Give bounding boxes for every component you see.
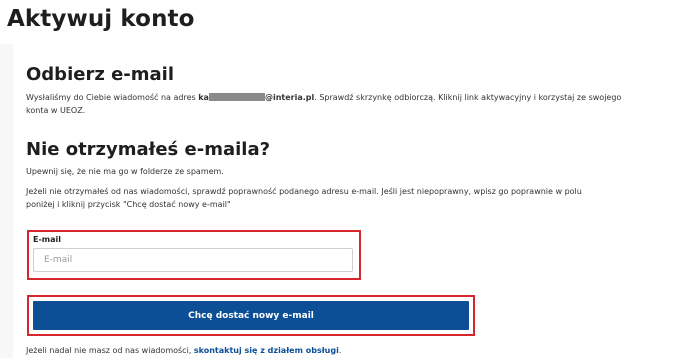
spam-hint: Upewnij się, że nie ma go w folderze ze … xyxy=(26,167,224,176)
activation-card: Odbierz e-mail Wysłaliśmy do Ciebie wiad… xyxy=(0,44,691,358)
email-label: E-mail xyxy=(33,235,62,244)
footer-text-end: . xyxy=(338,346,342,355)
received-text-end: . Sprawdź skrzynkę odbiorczą. Kliknij li… xyxy=(314,93,622,102)
page-title: Aktywuj konto xyxy=(7,6,195,32)
instruction-line1: Jeżeli nie otrzymałeś od nas wiadomości,… xyxy=(26,187,582,196)
email-prefix: ka xyxy=(198,93,209,102)
send-new-email-button[interactable]: Chcę dostać nowy e-mail xyxy=(33,301,469,330)
instruction-line2: poniżej i kliknij przycisk "Chcę dostać … xyxy=(26,200,231,209)
email-suffix: @interia.pl xyxy=(264,93,315,102)
not-received-heading: Nie otrzymałeś e-maila? xyxy=(26,139,271,160)
received-text-start: Wysłaliśmy do Ciebie wiadomość na adres xyxy=(26,93,199,102)
email-field-highlight: E-mail xyxy=(27,230,361,280)
received-heading: Odbierz e-mail xyxy=(26,64,174,85)
activation-panel: Odbierz e-mail Wysłaliśmy do Ciebie wiad… xyxy=(13,44,691,358)
received-text-line2: konta w UEOZ. xyxy=(26,106,86,115)
email-mask xyxy=(208,93,265,101)
submit-button-highlight: Chcę dostać nowy e-mail xyxy=(27,295,475,336)
received-text-line1: Wysłaliśmy do Ciebie wiadomość na adres … xyxy=(26,91,621,104)
email-input[interactable] xyxy=(33,248,353,272)
footer-text: Jeżeli nadal nie masz od nas wiadomości,… xyxy=(26,346,341,355)
footer-text-start: Jeżeli nadal nie masz od nas wiadomości, xyxy=(26,346,194,355)
contact-support-link[interactable]: skontaktuj się z działem obsługi xyxy=(194,346,339,355)
